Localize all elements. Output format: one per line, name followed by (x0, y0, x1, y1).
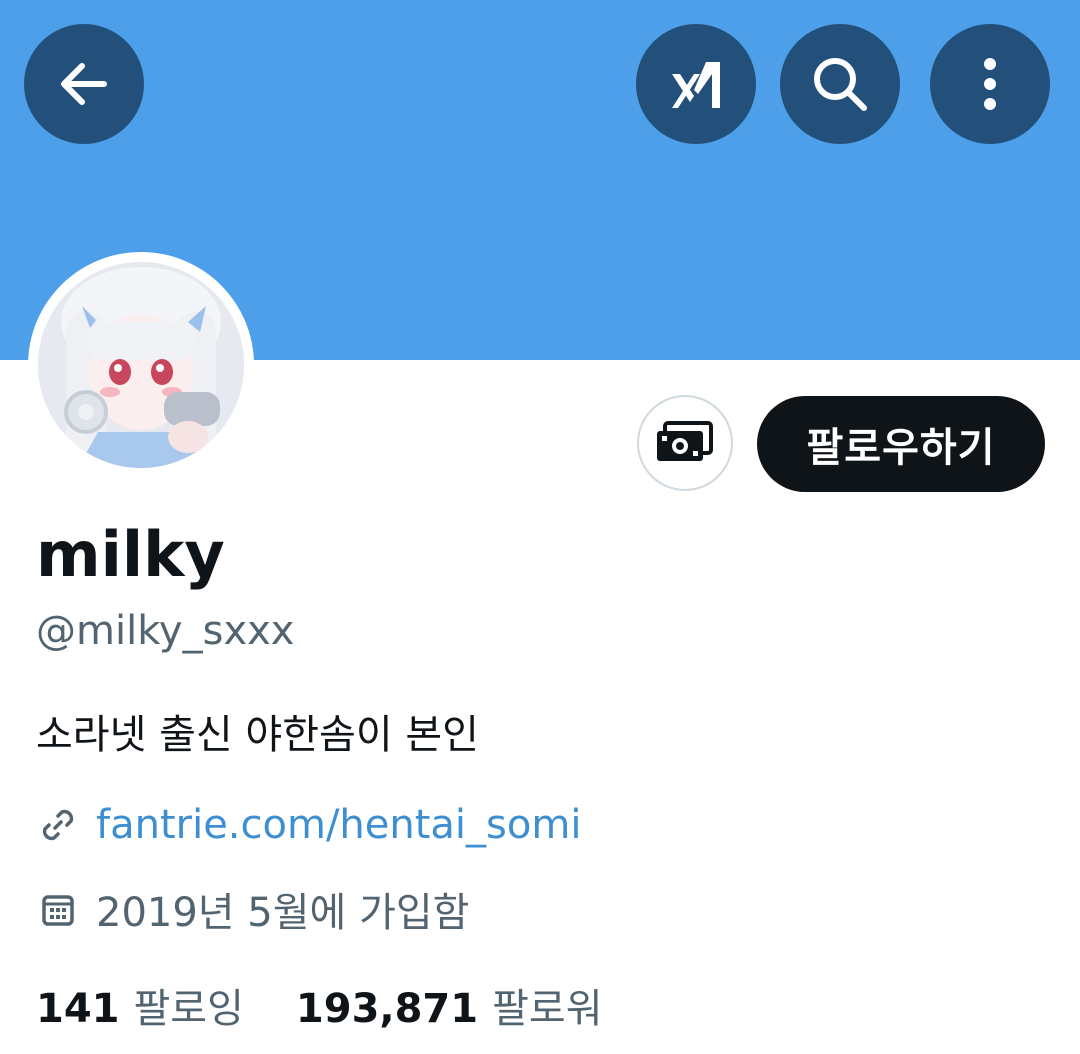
arrow-left-icon (61, 63, 107, 105)
following-label: 팔로잉 (133, 986, 244, 1032)
website-row[interactable]: fantrie.com/hentai_somi (36, 802, 581, 848)
profile-page: 팔로우하기 milky @milky_sxxx 소라넷 출신 야한솜이 본인 f… (0, 0, 1080, 1054)
profile-bio: 소라넷 출신 야한솜이 본인 (36, 712, 479, 758)
grok-icon (672, 62, 720, 108)
followers-label: 팔로워 (492, 986, 603, 1032)
following-link[interactable]: 141 팔로잉 (36, 976, 244, 1034)
join-date-row: 2019년 5월에 가입함 (36, 880, 469, 938)
back-button[interactable] (24, 24, 144, 144)
link-icon (36, 803, 80, 847)
search-button[interactable] (780, 24, 900, 144)
followers-link[interactable]: 193,871 팔로워 (296, 976, 603, 1034)
more-vertical-icon (984, 58, 996, 110)
avatar[interactable] (28, 252, 254, 478)
follow-stats: 141 팔로잉 193,871 팔로워 (36, 976, 603, 1034)
user-handle: @milky_sxxx (36, 608, 295, 654)
grok-button[interactable] (636, 24, 756, 144)
join-date: 2019년 5월에 가입함 (96, 890, 470, 936)
display-name: milky (36, 518, 225, 591)
avatar-image (38, 262, 244, 468)
search-icon (814, 58, 867, 111)
calendar-icon (36, 887, 80, 931)
website-link[interactable]: fantrie.com/hentai_somi (96, 802, 581, 848)
more-options-button[interactable] (930, 24, 1050, 144)
followers-count: 193,871 (295, 986, 479, 1032)
money-icon (657, 421, 713, 461)
follow-button[interactable]: 팔로우하기 (757, 396, 1045, 492)
following-count: 141 (36, 986, 120, 1032)
subscribe-button[interactable] (637, 395, 733, 491)
